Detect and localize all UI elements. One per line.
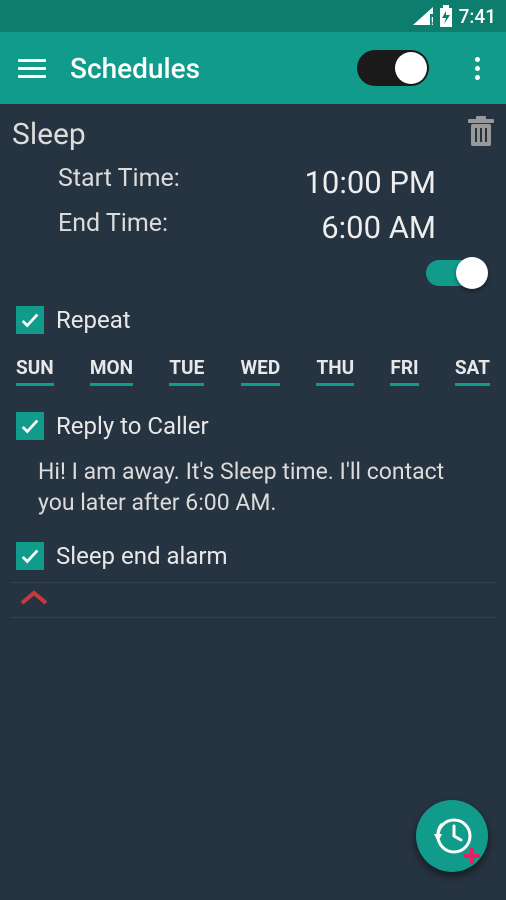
day-tue[interactable]: TUE bbox=[169, 356, 204, 386]
trash-icon[interactable] bbox=[468, 116, 494, 152]
day-fri[interactable]: FRI bbox=[390, 356, 418, 386]
plus-icon bbox=[462, 846, 482, 866]
start-time-label: Start Time: bbox=[58, 164, 258, 201]
statusbar-clock: 7:41 bbox=[459, 5, 496, 28]
app-bar: Schedules bbox=[0, 32, 506, 104]
day-wed[interactable]: WED bbox=[241, 356, 281, 386]
add-schedule-fab[interactable] bbox=[416, 800, 488, 872]
day-sat[interactable]: SAT bbox=[455, 356, 490, 386]
chevron-up-icon bbox=[18, 589, 50, 607]
days-row: SUN MON TUE WED THU FRI SAT bbox=[10, 346, 496, 400]
schedule-name: Sleep bbox=[12, 117, 86, 152]
app-title: Schedules bbox=[70, 52, 333, 85]
alarm-label: Sleep end alarm bbox=[56, 542, 228, 570]
reply-label: Reply to Caller bbox=[56, 412, 209, 440]
overflow-menu-icon[interactable] bbox=[467, 53, 488, 84]
end-time-row[interactable]: End Time: 6:00 AM bbox=[58, 205, 496, 250]
master-toggle[interactable] bbox=[357, 50, 429, 86]
day-thu[interactable]: THU bbox=[316, 356, 354, 386]
battery-icon bbox=[439, 5, 453, 27]
menu-icon[interactable] bbox=[18, 54, 46, 83]
day-sun[interactable]: SUN bbox=[16, 356, 54, 386]
repeat-row[interactable]: Repeat bbox=[10, 294, 496, 346]
repeat-checkbox[interactable] bbox=[16, 306, 44, 334]
start-time-value: 10:00 PM bbox=[258, 164, 496, 201]
collapse-button[interactable] bbox=[10, 582, 496, 618]
svg-text:!: ! bbox=[431, 15, 433, 25]
schedule-card: Sleep Start Time: 10:00 PM End Time: 6:0… bbox=[0, 104, 506, 618]
reply-checkbox[interactable] bbox=[16, 412, 44, 440]
status-bar: ! 7:41 bbox=[0, 0, 506, 32]
signal-icon: ! bbox=[413, 7, 433, 25]
end-time-value: 6:00 AM bbox=[258, 209, 496, 246]
start-time-row[interactable]: Start Time: 10:00 PM bbox=[58, 160, 496, 205]
reply-row[interactable]: Reply to Caller bbox=[10, 400, 496, 452]
alarm-row[interactable]: Sleep end alarm bbox=[10, 530, 496, 582]
reply-message: Hi! I am away. It's Sleep time. I'll con… bbox=[10, 452, 496, 530]
repeat-label: Repeat bbox=[56, 306, 131, 334]
end-time-label: End Time: bbox=[58, 209, 258, 246]
schedule-enabled-toggle[interactable] bbox=[426, 260, 486, 286]
alarm-checkbox[interactable] bbox=[16, 542, 44, 570]
day-mon[interactable]: MON bbox=[90, 356, 133, 386]
